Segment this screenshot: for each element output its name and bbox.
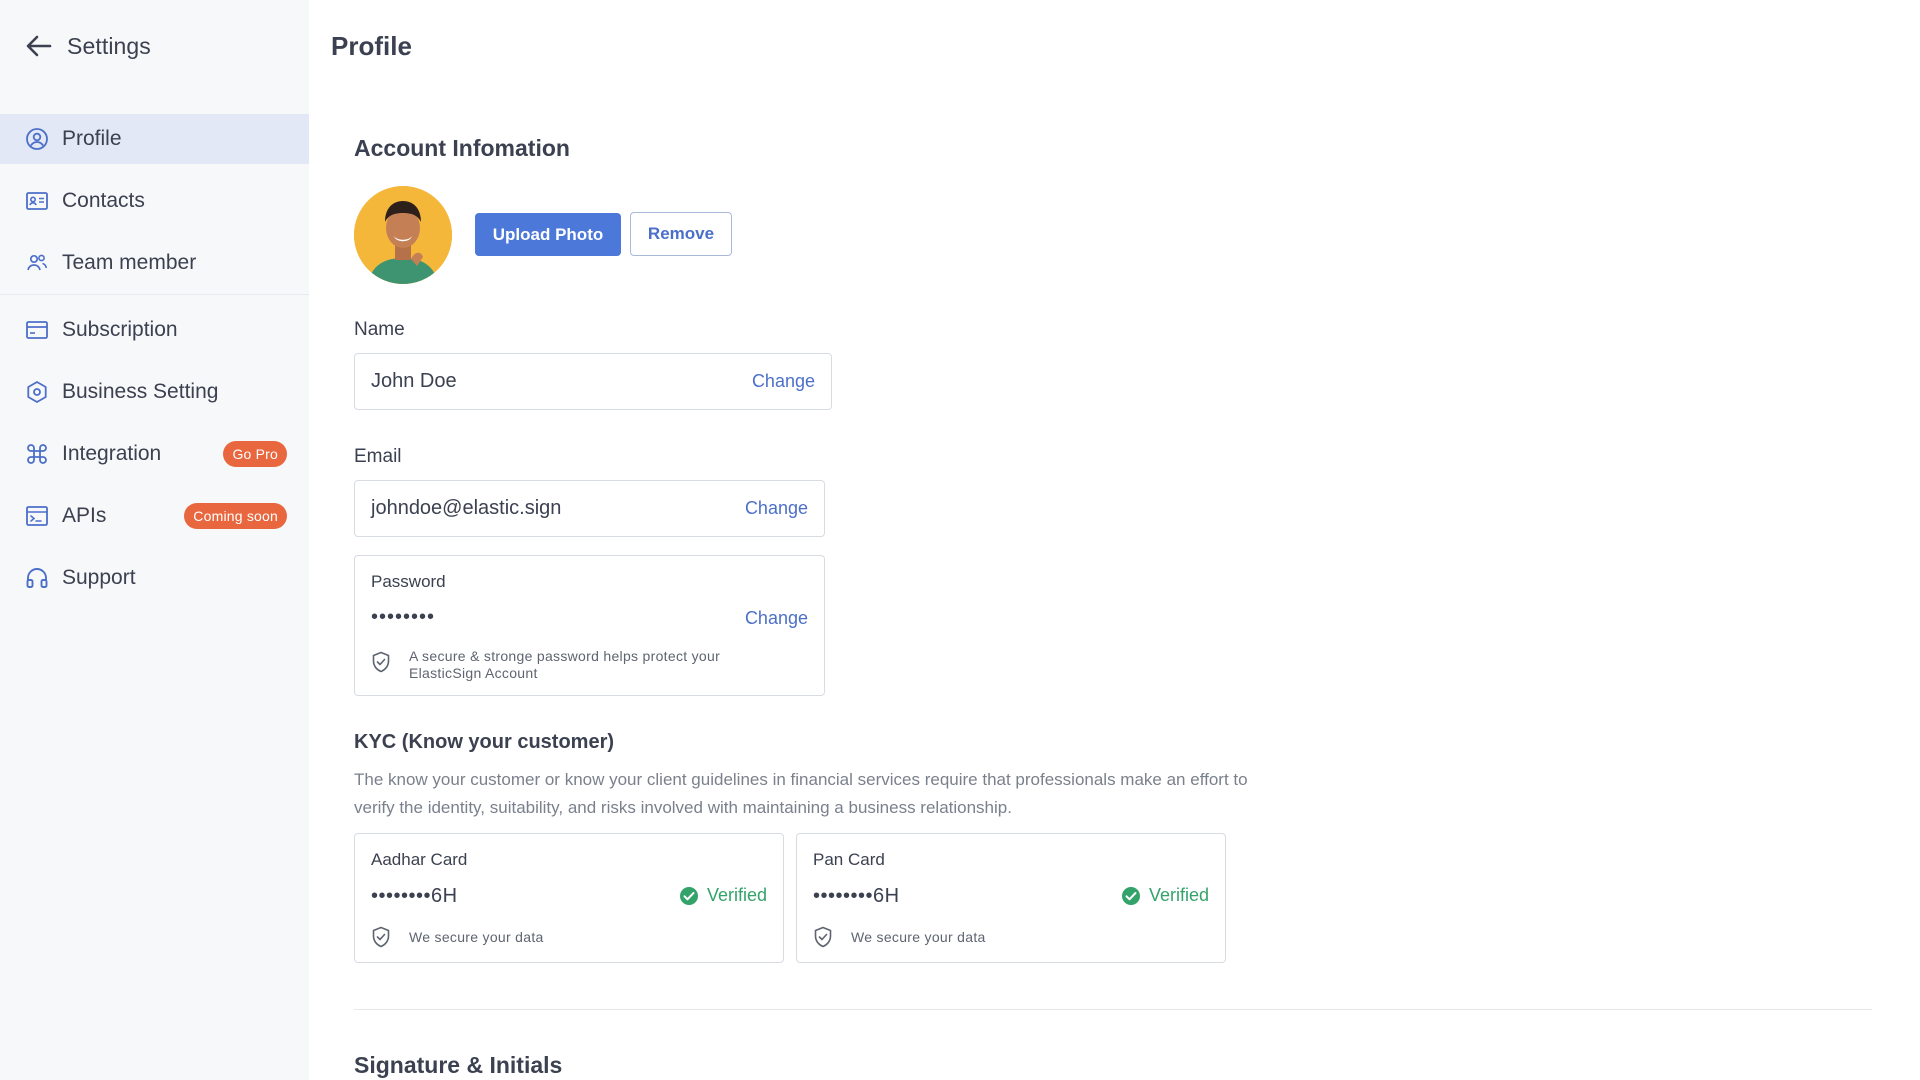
avatar — [354, 186, 452, 284]
change-email-link[interactable]: Change — [745, 498, 808, 519]
sidebar-item-label: Team member — [62, 251, 197, 274]
back-arrow-icon[interactable] — [24, 31, 54, 61]
go-pro-badge: Go Pro — [223, 441, 287, 467]
headset-icon — [24, 565, 50, 591]
sidebar-item-subscription[interactable]: Subscription — [0, 305, 309, 355]
email-label: Email — [354, 446, 402, 467]
sidebar-item-apis[interactable]: APIs Coming soon — [0, 491, 309, 541]
sidebar-header: Settings — [0, 0, 309, 92]
remove-photo-button[interactable]: Remove — [630, 212, 732, 256]
sidebar-item-label: Support — [62, 566, 136, 589]
sidebar-item-label: APIs — [62, 504, 107, 527]
shield-check-icon — [371, 926, 391, 948]
coming-soon-badge: Coming soon — [184, 503, 287, 529]
change-name-link[interactable]: Change — [752, 371, 815, 392]
terminal-icon — [24, 503, 50, 529]
business-setting-icon — [24, 379, 50, 405]
aadhar-card: Aadhar Card ••••••••6H Verified We secur… — [354, 833, 784, 963]
upload-photo-button[interactable]: Upload Photo — [475, 213, 621, 256]
password-label: Password — [371, 572, 446, 591]
page-title: Profile — [331, 31, 412, 61]
sidebar-title: Settings — [67, 32, 151, 59]
sidebar-item-integration[interactable]: Integration Go Pro — [0, 429, 309, 479]
team-icon — [24, 250, 50, 276]
sidebar-item-label: Integration — [62, 442, 162, 465]
sidebar-item-label: Profile — [62, 127, 122, 150]
name-value: John Doe — [371, 370, 457, 392]
password-value: •••••••• — [371, 606, 436, 628]
password-card: Password •••••••• Change A secure & stro… — [354, 555, 825, 696]
kyc-card-number: ••••••••6H — [371, 885, 458, 907]
secure-data-note: We secure your data — [409, 929, 544, 945]
change-password-link[interactable]: Change — [745, 608, 808, 629]
settings-nav: Profile Contacts Team member Subscriptio… — [0, 114, 309, 603]
main-content: Profile Account Infomation Upload Photo … — [309, 0, 1920, 1080]
pan-card: Pan Card ••••••••6H Verified We secure y… — [796, 833, 1226, 963]
email-field: johndoe@elastic.sign Change — [354, 480, 825, 537]
app: Settings Profile Contacts Team member Su… — [0, 0, 1920, 1080]
verified-status: Verified — [1121, 885, 1209, 906]
check-circle-icon — [1121, 886, 1141, 906]
sidebar-item-support[interactable]: Support — [0, 553, 309, 603]
section-divider — [354, 1009, 1872, 1010]
password-hint: A secure & stronge password helps protec… — [409, 648, 721, 681]
sidebar-item-profile[interactable]: Profile — [0, 114, 309, 164]
sidebar-item-label: Contacts — [62, 189, 145, 212]
email-value: johndoe@elastic.sign — [371, 497, 562, 519]
sidebar-item-label: Business Setting — [62, 380, 219, 403]
kyc-section-title: KYC (Know your customer) — [354, 731, 615, 753]
account-section-title: Account Infomation — [354, 135, 570, 161]
verified-status: Verified — [679, 885, 767, 906]
profile-icon — [24, 126, 50, 152]
kyc-description: The know your customer or know your clie… — [354, 770, 1248, 817]
name-field: John Doe Change — [354, 353, 832, 410]
subscription-icon — [24, 317, 50, 343]
check-circle-icon — [679, 886, 699, 906]
sidebar-item-team-member[interactable]: Team member — [0, 238, 309, 288]
command-icon — [24, 441, 50, 467]
verified-label: Verified — [1148, 885, 1209, 905]
nav-divider — [0, 294, 309, 295]
contacts-icon — [24, 188, 50, 214]
verified-label: Verified — [706, 885, 767, 905]
shield-check-icon — [813, 926, 833, 948]
shield-check-icon — [371, 651, 391, 673]
signature-section-title: Signature & Initials — [354, 1052, 563, 1078]
sidebar-item-business-setting[interactable]: Business Setting — [0, 367, 309, 417]
sidebar-item-label: Subscription — [62, 318, 178, 341]
name-label: Name — [354, 319, 405, 340]
secure-data-note: We secure your data — [851, 929, 986, 945]
kyc-card-name: Pan Card — [813, 850, 885, 869]
kyc-card-number: ••••••••6H — [813, 885, 900, 907]
kyc-card-name: Aadhar Card — [371, 850, 468, 869]
sidebar: Settings Profile Contacts Team member Su… — [0, 0, 309, 1080]
sidebar-item-contacts[interactable]: Contacts — [0, 176, 309, 226]
